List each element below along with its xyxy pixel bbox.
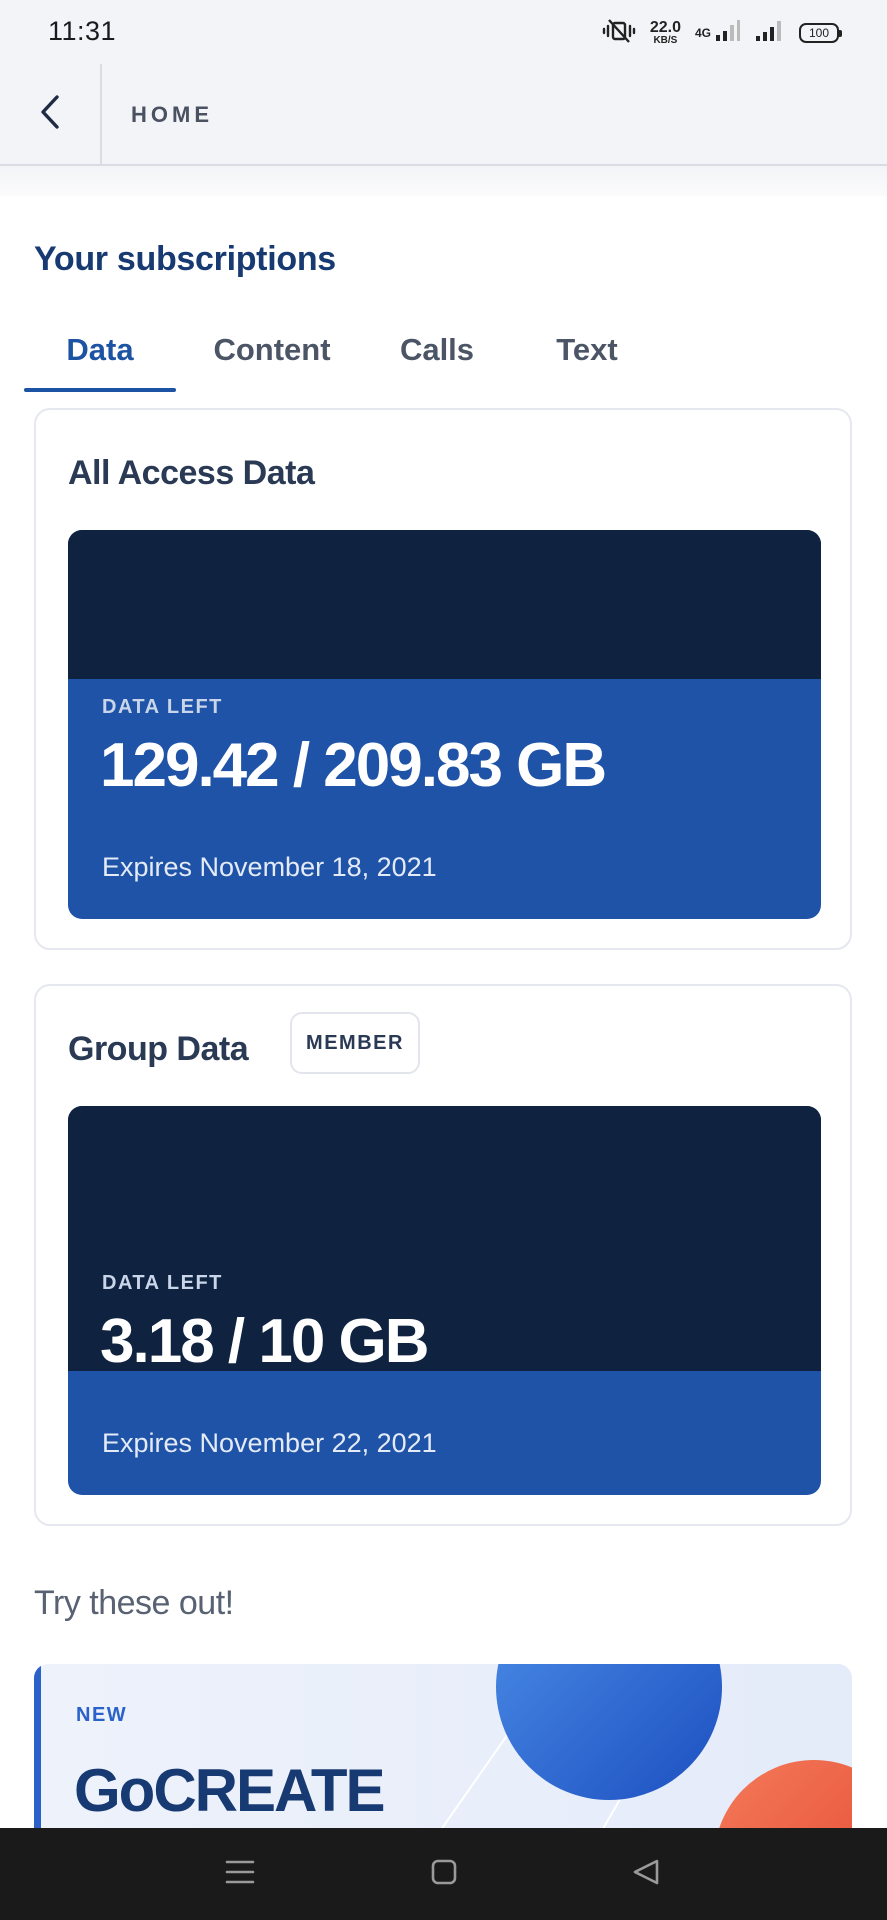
battery-icon: 100: [799, 23, 842, 43]
app-header: HOME: [0, 64, 887, 166]
home-square-icon: [430, 1858, 458, 1891]
subscriptions-title: Your subscriptions: [34, 240, 336, 278]
data-left-amount: 129.42 / 209.83 GB: [100, 731, 607, 800]
data-usage-panel: DATA LEFT 129.42 / 209.83 GB Expires Nov…: [68, 530, 821, 919]
tab-calls[interactable]: Calls: [374, 326, 500, 392]
card-title: Group Data: [68, 1030, 249, 1068]
expiry-date: Expires November 18, 2021: [102, 852, 437, 882]
triangle-back-icon: [631, 1858, 661, 1891]
expiry-date: Expires November 22, 2021: [102, 1428, 437, 1458]
network-type: 4G: [694, 26, 711, 40]
status-time: 11:31: [48, 16, 117, 46]
tab-data[interactable]: Data: [24, 326, 176, 392]
promo-blue-circle: [496, 1664, 722, 1800]
data-left-label: DATA LEFT: [102, 696, 223, 718]
promo-title: GoCREATE: [74, 1757, 386, 1824]
nav-home-button[interactable]: [414, 1848, 474, 1900]
group-data-card[interactable]: Group Data MEMBER DATA LEFT 3.18 / 10 GB…: [34, 984, 852, 1526]
tab-content[interactable]: Content: [192, 326, 352, 392]
data-left-amount: 3.18 / 10 GB: [100, 1307, 430, 1376]
system-nav-bar: [0, 1828, 887, 1920]
header-divider: [0, 166, 887, 196]
network-speed: 22.0 KB/S: [649, 19, 681, 46]
tab-text[interactable]: Text: [524, 326, 650, 392]
chevron-left-icon: [37, 93, 63, 136]
page-title: HOME: [131, 102, 213, 127]
status-bar: 11:31 22.0 KB/S 4G 100: [0, 0, 887, 64]
try-section-title: Try these out!: [34, 1584, 234, 1622]
menu-icon: [225, 1859, 255, 1890]
nav-menu-button[interactable]: [210, 1848, 270, 1900]
nav-back-button[interactable]: [616, 1848, 676, 1900]
member-badge: MEMBER: [290, 1012, 420, 1074]
data-usage-panel: DATA LEFT 3.18 / 10 GB Expires November …: [68, 1106, 821, 1495]
data-left-label: DATA LEFT: [102, 1272, 223, 1294]
all-access-data-card[interactable]: All Access Data DATA LEFT 129.42 / 209.8…: [34, 408, 852, 950]
back-button[interactable]: [0, 64, 102, 164]
status-icons: 22.0 KB/S 4G 100: [602, 18, 842, 49]
promo-new-tag: NEW: [76, 1704, 128, 1726]
signal-icon-sim2: [755, 19, 785, 48]
card-title: All Access Data: [68, 454, 315, 492]
subscription-tabs: Data Content Calls Text: [24, 326, 864, 392]
data-used-fill: [68, 530, 821, 679]
signal-icon-sim1: [715, 19, 741, 48]
vibrate-mute-icon: [602, 18, 636, 49]
